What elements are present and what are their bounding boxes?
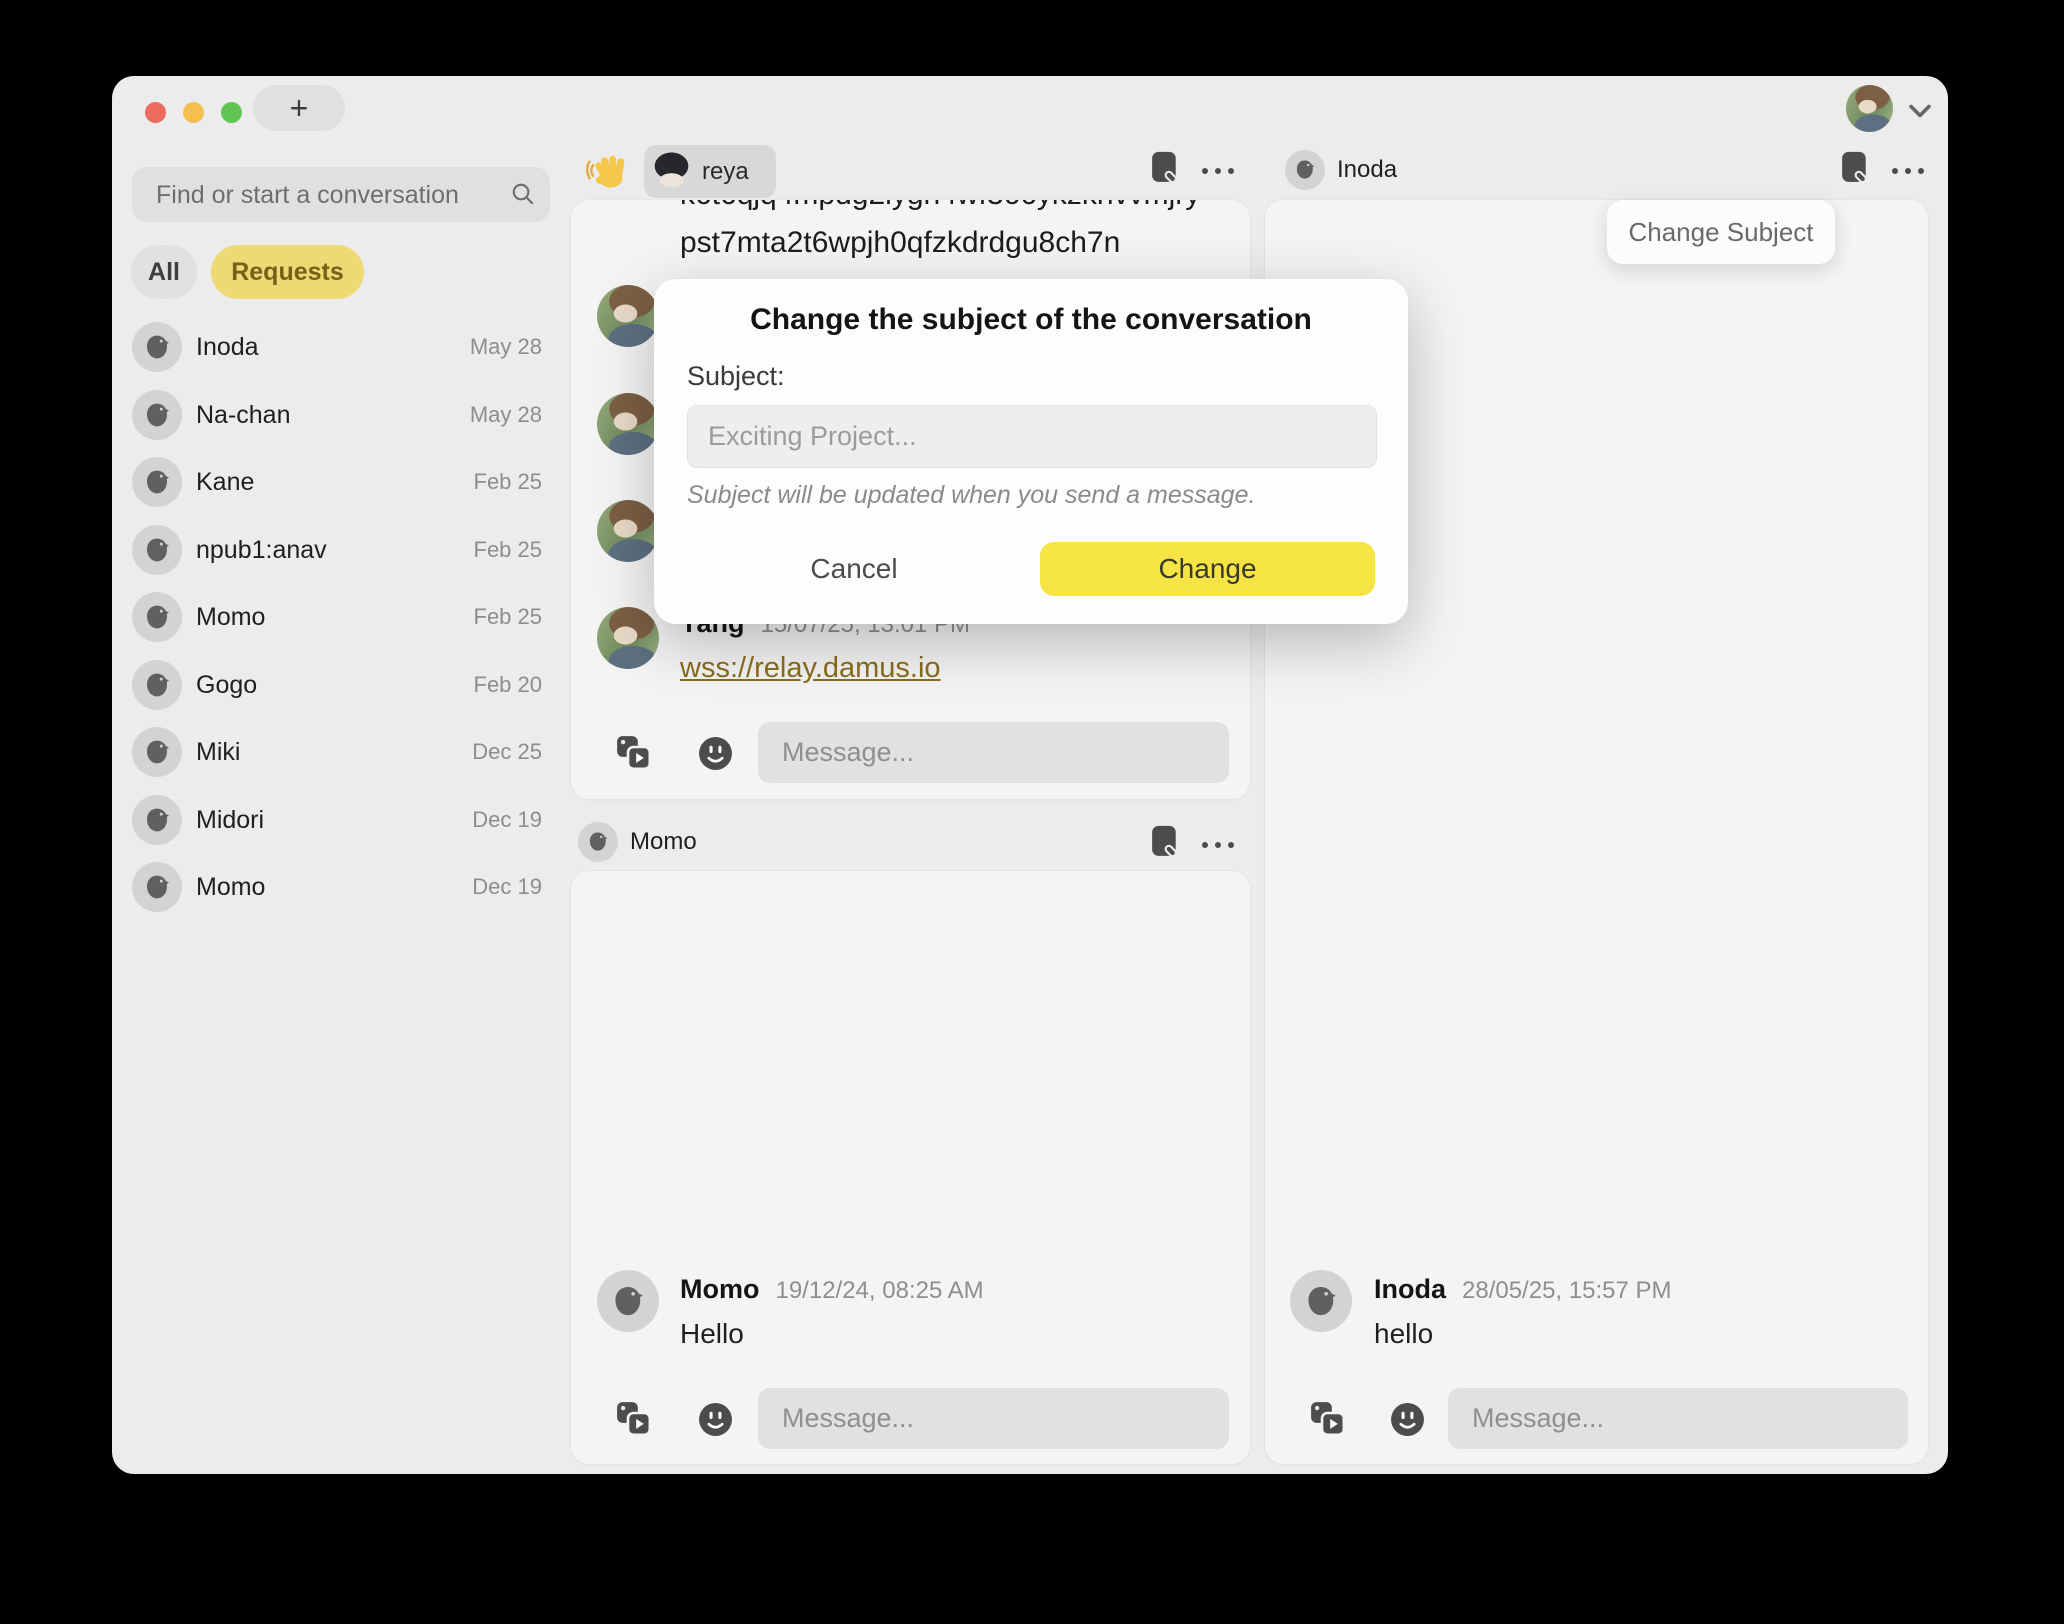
conversation-row[interactable]: Momo Feb 25 bbox=[112, 587, 564, 647]
npub-text: pst7mta2t6wpjh0qfzkdrdgu8ch7n bbox=[680, 226, 1120, 260]
default-bird-avatar bbox=[1285, 150, 1325, 190]
default-bird-avatar bbox=[132, 592, 182, 642]
attach-media-icon[interactable] bbox=[616, 735, 652, 771]
app-window: + All Requests Inoda May 28 Na-chan May … bbox=[112, 76, 1948, 1474]
subject-note: Subject will be updated when you send a … bbox=[687, 481, 1255, 510]
waving-hand-icon bbox=[586, 150, 626, 190]
cancel-button[interactable]: Cancel bbox=[714, 542, 994, 596]
default-bird-avatar bbox=[132, 322, 182, 372]
conversation-search bbox=[132, 167, 550, 222]
attach-media-icon[interactable] bbox=[1310, 1401, 1346, 1437]
conversation-row[interactable]: Inoda May 28 bbox=[112, 317, 564, 377]
chevron-down-icon[interactable] bbox=[1908, 103, 1932, 124]
default-bird-avatar bbox=[132, 457, 182, 507]
emoji-picker-icon[interactable] bbox=[1390, 1402, 1426, 1438]
message-input[interactable] bbox=[758, 722, 1229, 783]
conversation-name: Momo bbox=[196, 587, 265, 647]
conversation-name: Momo bbox=[196, 857, 265, 917]
default-bird-avatar bbox=[132, 390, 182, 440]
change-subject-tooltip: Change Subject bbox=[1607, 200, 1835, 264]
zoom-window-button[interactable] bbox=[221, 102, 242, 123]
filter-all-tab[interactable]: All bbox=[131, 245, 197, 299]
more-options-icon[interactable] bbox=[1202, 842, 1234, 848]
subject-input[interactable] bbox=[687, 405, 1377, 468]
message-avatar bbox=[597, 1270, 659, 1332]
close-window-button[interactable] bbox=[145, 102, 166, 123]
default-bird-avatar bbox=[132, 795, 182, 845]
chat-title: Inoda bbox=[1337, 150, 1397, 190]
screen-background: + All Requests Inoda May 28 Na-chan May … bbox=[0, 0, 2064, 1624]
message-text: hello bbox=[1374, 1318, 1433, 1350]
conversation-row[interactable]: Gogo Feb 20 bbox=[112, 655, 564, 715]
message-input[interactable] bbox=[758, 1388, 1229, 1449]
conversation-date: May 28 bbox=[432, 317, 542, 377]
subject-label: Subject: bbox=[687, 361, 785, 392]
default-bird-avatar bbox=[132, 862, 182, 912]
message-input[interactable] bbox=[1448, 1388, 1908, 1449]
conversation-date: Dec 19 bbox=[432, 790, 542, 850]
conversation-name: Kane bbox=[196, 452, 254, 512]
conversation-row[interactable]: Midori Dec 19 bbox=[112, 790, 564, 850]
message-sender: Inoda bbox=[1374, 1274, 1446, 1305]
search-icon bbox=[510, 181, 536, 212]
npub-text-clipped: k6t6qjq4mpdg2lygh4wf366ykzkhvvmjry bbox=[680, 200, 1200, 212]
message-avatar bbox=[597, 393, 659, 455]
change-subject-dialog: Change the subject of the conversation S… bbox=[654, 279, 1408, 624]
conversation-date: Feb 20 bbox=[432, 655, 542, 715]
message-avatar bbox=[597, 607, 659, 669]
chat-title-chip-reya[interactable]: reya bbox=[644, 145, 776, 198]
conversation-name: Midori bbox=[196, 790, 264, 850]
message-timestamp: 19/12/24, 08:25 AM bbox=[775, 1277, 983, 1305]
message-avatar bbox=[1290, 1270, 1352, 1332]
message-sender: Momo bbox=[680, 1274, 759, 1305]
conversation-name: npub1:anav bbox=[196, 520, 327, 580]
conversation-date: Feb 25 bbox=[432, 587, 542, 647]
conversation-name: Miki bbox=[196, 722, 240, 782]
more-options-icon[interactable] bbox=[1202, 168, 1234, 174]
change-subject-icon[interactable] bbox=[1150, 150, 1180, 186]
default-bird-avatar bbox=[132, 525, 182, 575]
conversation-date: Dec 25 bbox=[432, 722, 542, 782]
chat-panel-momo: Momo 19/12/24, 08:25 AM Hello bbox=[571, 871, 1250, 1464]
conversation-date: Feb 25 bbox=[432, 520, 542, 580]
conversation-row[interactable]: Kane Feb 25 bbox=[112, 452, 564, 512]
conversation-row[interactable]: Momo Dec 19 bbox=[112, 857, 564, 917]
relay-link[interactable]: wss://relay.damus.io bbox=[680, 652, 941, 685]
more-options-icon[interactable] bbox=[1892, 168, 1924, 174]
conversation-name: Na-chan bbox=[196, 385, 291, 445]
emoji-picker-icon[interactable] bbox=[698, 736, 734, 772]
message-text: Hello bbox=[680, 1318, 744, 1350]
conversation-row[interactable]: Na-chan May 28 bbox=[112, 385, 564, 445]
conversation-row[interactable]: Miki Dec 25 bbox=[112, 722, 564, 782]
dialog-title: Change the subject of the conversation bbox=[654, 303, 1408, 337]
conversation-date: Dec 19 bbox=[432, 857, 542, 917]
conversation-name: Gogo bbox=[196, 655, 257, 715]
message-avatar bbox=[597, 285, 659, 347]
attach-media-icon[interactable] bbox=[616, 1401, 652, 1437]
change-subject-icon[interactable] bbox=[1150, 824, 1180, 860]
default-bird-avatar bbox=[132, 660, 182, 710]
emoji-picker-icon[interactable] bbox=[698, 1402, 734, 1438]
reya-avatar bbox=[652, 152, 691, 191]
conversation-date: Feb 25 bbox=[432, 452, 542, 512]
filter-requests-tab[interactable]: Requests bbox=[211, 245, 364, 299]
conversation-row[interactable]: npub1:anav Feb 25 bbox=[112, 520, 564, 580]
message-avatar bbox=[597, 500, 659, 562]
search-input[interactable] bbox=[154, 167, 508, 224]
conversation-date: May 28 bbox=[432, 385, 542, 445]
default-bird-avatar bbox=[132, 727, 182, 777]
account-avatar[interactable] bbox=[1846, 85, 1893, 132]
change-subject-icon[interactable] bbox=[1840, 150, 1870, 186]
chat-title: reya bbox=[702, 145, 749, 198]
conversation-name: Inoda bbox=[196, 317, 259, 377]
minimize-window-button[interactable] bbox=[183, 102, 204, 123]
message-timestamp: 28/05/25, 15:57 PM bbox=[1462, 1277, 1671, 1305]
change-button[interactable]: Change bbox=[1040, 542, 1375, 596]
default-bird-avatar bbox=[578, 822, 618, 862]
new-conversation-button[interactable]: + bbox=[253, 85, 345, 131]
chat-title: Momo bbox=[630, 822, 697, 862]
